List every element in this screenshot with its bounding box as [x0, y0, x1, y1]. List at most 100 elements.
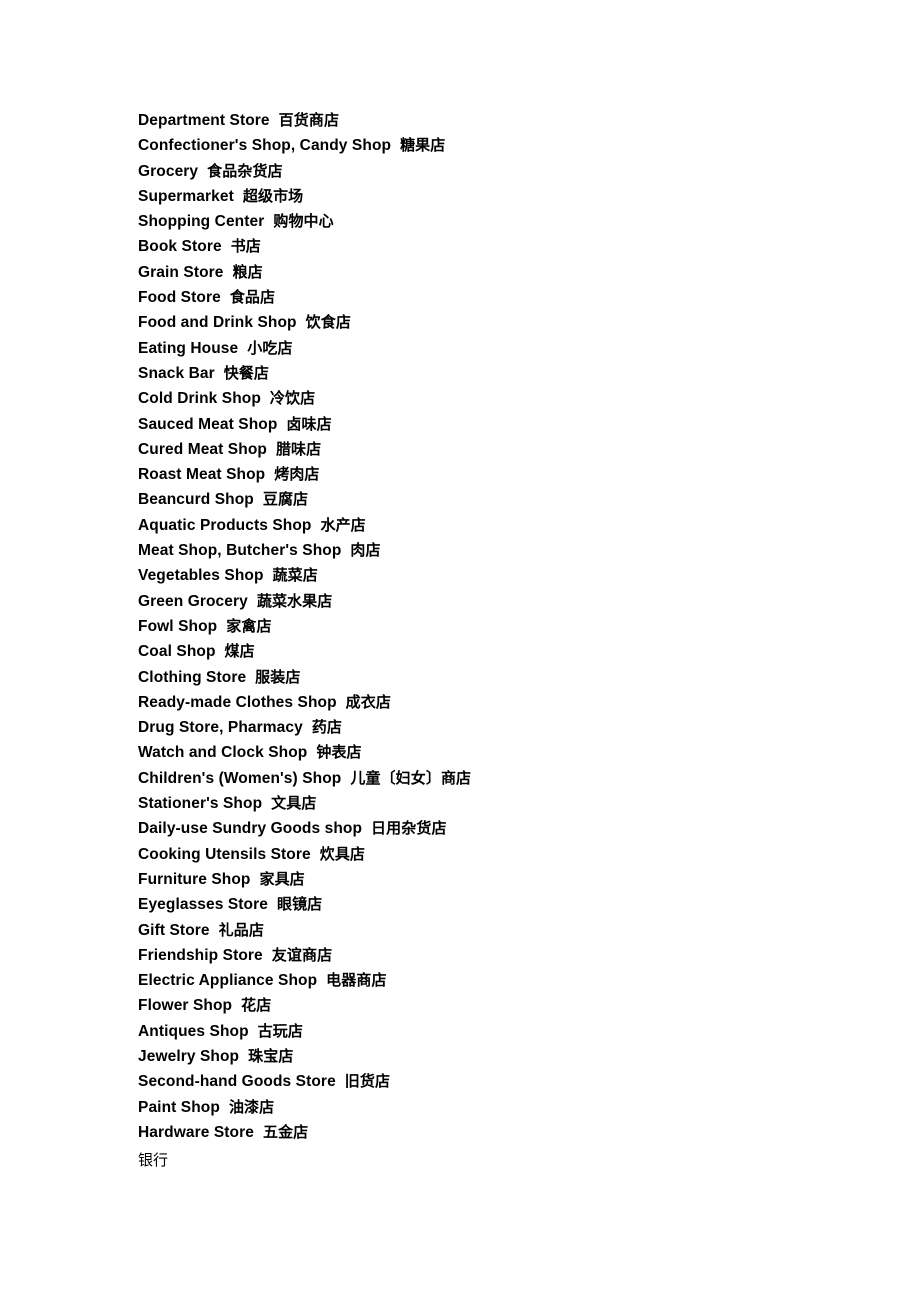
glossary-term-english: Grain Store — [138, 263, 224, 281]
glossary-term-english: Food and Drink Shop — [138, 314, 297, 332]
glossary-entry: Sauced Meat Shop 卤味店 — [138, 412, 838, 437]
glossary-term-english: Eyeglasses Store — [138, 896, 268, 914]
glossary-entry: Coal Shop 煤店 — [138, 639, 838, 664]
glossary-term-chinese: 水产店 — [320, 515, 366, 534]
glossary-term-chinese: 购物中心 — [273, 212, 334, 231]
glossary-entry: Ready-made Clothes Shop 成衣店 — [138, 690, 838, 715]
glossary-entry: Furniture Shop 家具店 — [138, 867, 838, 892]
glossary-term-chinese: 药店 — [311, 718, 343, 737]
glossary-term-chinese: 友谊商店 — [271, 945, 333, 964]
glossary-term-chinese: 油漆店 — [228, 1097, 275, 1116]
glossary-term-english: Cooking Utensils Store — [138, 845, 311, 863]
glossary-term-chinese: 糖果店 — [400, 136, 446, 155]
glossary-term-chinese: 肉店 — [350, 541, 381, 560]
glossary-term-chinese: 文具店 — [271, 794, 317, 813]
glossary-term-chinese: 眼镜店 — [276, 895, 323, 914]
glossary-term-english: Vegetables Shop — [138, 567, 264, 585]
glossary-term-chinese: 家禽店 — [226, 616, 272, 635]
glossary-term-english: Green Grocery — [138, 592, 248, 610]
glossary-entry: Snack Bar 快餐店 — [138, 361, 838, 386]
glossary-entry: Flower Shop 花店 — [138, 993, 838, 1018]
glossary-term-english: Clothing Store — [138, 668, 247, 686]
glossary-term-chinese: 食品杂货店 — [207, 161, 283, 180]
glossary-term-english: Fowl Shop — [138, 617, 218, 635]
glossary-term-english: Book Store — [138, 238, 222, 256]
glossary-entry: Antiques Shop 古玩店 — [138, 1019, 838, 1044]
glossary-entry: Stationer's Shop 文具店 — [138, 791, 838, 816]
glossary-term-chinese: 快餐店 — [223, 363, 270, 382]
glossary-list: Department Store 百货商店 Confectioner's Shop,… — [138, 108, 838, 1145]
glossary-entry: Daily-use Sundry Goods shop 日用杂货店 — [138, 816, 838, 841]
glossary-term-chinese: 食品店 — [229, 288, 276, 307]
glossary-entry: Clothing Store 服装店 — [138, 665, 838, 690]
glossary-term-chinese: 百货商店 — [278, 111, 340, 129]
glossary-entry: Meat Shop, Butcher's Shop 肉店 — [138, 538, 838, 563]
glossary-term-english: Sauced Meat Shop — [138, 415, 278, 433]
glossary-term-english: Electric Appliance Shop — [138, 972, 318, 990]
glossary-term-english: Second-hand Goods Store — [138, 1073, 336, 1091]
glossary-term-english: Beancurd Shop — [138, 491, 254, 509]
glossary-term-chinese: 日用杂货店 — [371, 819, 447, 838]
glossary-entry: Children's (Women's) Shop 儿童〔妇女〕商店 — [138, 766, 838, 791]
glossary-term-chinese: 饮食店 — [305, 313, 351, 332]
glossary-term-english: Antiques Shop — [138, 1022, 249, 1040]
glossary-entry: Watch and Clock Shop 钟表店 — [138, 740, 838, 765]
glossary-term-chinese: 古玩店 — [257, 1021, 303, 1040]
glossary-entry: Green Grocery 蔬菜水果店 — [138, 589, 838, 614]
glossary-term-english: Grocery — [138, 162, 199, 180]
glossary-term-chinese: 儿童〔妇女〕商店 — [350, 768, 472, 787]
glossary-entry: Fowl Shop 家禽店 — [138, 614, 838, 639]
glossary-entry: Electric Appliance Shop 电器商店 — [138, 968, 838, 993]
glossary-term-english: Supermarket — [138, 187, 234, 205]
glossary-entry: Drug Store, Pharmacy 药店 — [138, 715, 838, 740]
glossary-term-chinese: 煤店 — [224, 642, 255, 661]
glossary-entry: Book Store 书店 — [138, 234, 838, 259]
glossary-term-chinese: 豆腐店 — [262, 490, 309, 509]
glossary-term-chinese: 礼品店 — [218, 920, 264, 939]
glossary-term-english: Furniture Shop — [138, 870, 251, 888]
glossary-entry: Jewelry Shop 珠宝店 — [138, 1044, 838, 1069]
glossary-entry: Supermarket 超级市场 — [138, 184, 838, 209]
glossary-entry: Food Store 食品店 — [138, 285, 838, 310]
glossary-term-chinese: 成衣店 — [345, 692, 391, 711]
glossary-term-english: Food Store — [138, 289, 221, 307]
glossary-term-english: Daily-use Sundry Goods shop — [138, 820, 363, 838]
glossary-term-chinese: 花店 — [241, 996, 272, 1015]
glossary-entry: Cured Meat Shop 腊味店 — [138, 437, 838, 462]
glossary-term-chinese: 家具店 — [259, 869, 305, 888]
glossary-term-chinese: 腊味店 — [275, 439, 322, 458]
glossary-term-chinese: 蔬菜店 — [272, 566, 318, 585]
glossary-term-english: Snack Bar — [138, 364, 215, 382]
section-heading-bank: 银行 — [138, 1151, 169, 1169]
glossary-term-english: Jewelry Shop — [138, 1047, 240, 1065]
glossary-entry: Vegetables Shop 蔬菜店 — [138, 563, 838, 588]
glossary-term-english: Stationer's Shop — [138, 795, 263, 813]
glossary-entry: Cooking Utensils Store 炊具店 — [138, 842, 838, 867]
glossary-term-chinese: 粮店 — [232, 262, 263, 281]
glossary-term-english: Cold Drink Shop — [138, 390, 261, 408]
glossary-entry: Department Store 百货商店 — [138, 108, 838, 133]
glossary-entry: Paint Shop 油漆店 — [138, 1095, 838, 1120]
glossary-term-chinese: 五金店 — [262, 1122, 309, 1141]
glossary-term-chinese: 钟表店 — [316, 743, 362, 762]
glossary-term-english: Meat Shop, Butcher's Shop — [138, 542, 342, 560]
glossary-term-chinese: 烤肉店 — [274, 465, 320, 484]
glossary-entry: Gift Store 礼品店 — [138, 918, 838, 943]
glossary-term-chinese: 电器商店 — [326, 971, 387, 990]
glossary-entry: Friendship Store 友谊商店 — [138, 943, 838, 968]
glossary-term-chinese: 冷饮店 — [269, 389, 316, 408]
glossary-entry: Eating House 小吃店 — [138, 336, 838, 361]
glossary-entry: Second-hand Goods Store 旧货店 — [138, 1069, 838, 1094]
glossary-term-english: Ready-made Clothes Shop — [138, 693, 337, 711]
glossary-entry: Shopping Center 购物中心 — [138, 209, 838, 234]
glossary-term-english: Department Store — [138, 112, 270, 129]
glossary-term-english: Flower Shop — [138, 997, 233, 1015]
glossary-entry: Aquatic Products Shop 水产店 — [138, 513, 838, 538]
glossary-term-chinese: 超级市场 — [242, 186, 304, 205]
glossary-term-english: Shopping Center — [138, 213, 265, 231]
glossary-entry: Beancurd Shop 豆腐店 — [138, 487, 838, 512]
glossary-term-english: Friendship Store — [138, 946, 263, 964]
glossary-term-chinese: 服装店 — [255, 667, 301, 686]
glossary-term-chinese: 珠宝店 — [248, 1046, 294, 1065]
glossary-term-chinese: 书店 — [230, 237, 261, 256]
